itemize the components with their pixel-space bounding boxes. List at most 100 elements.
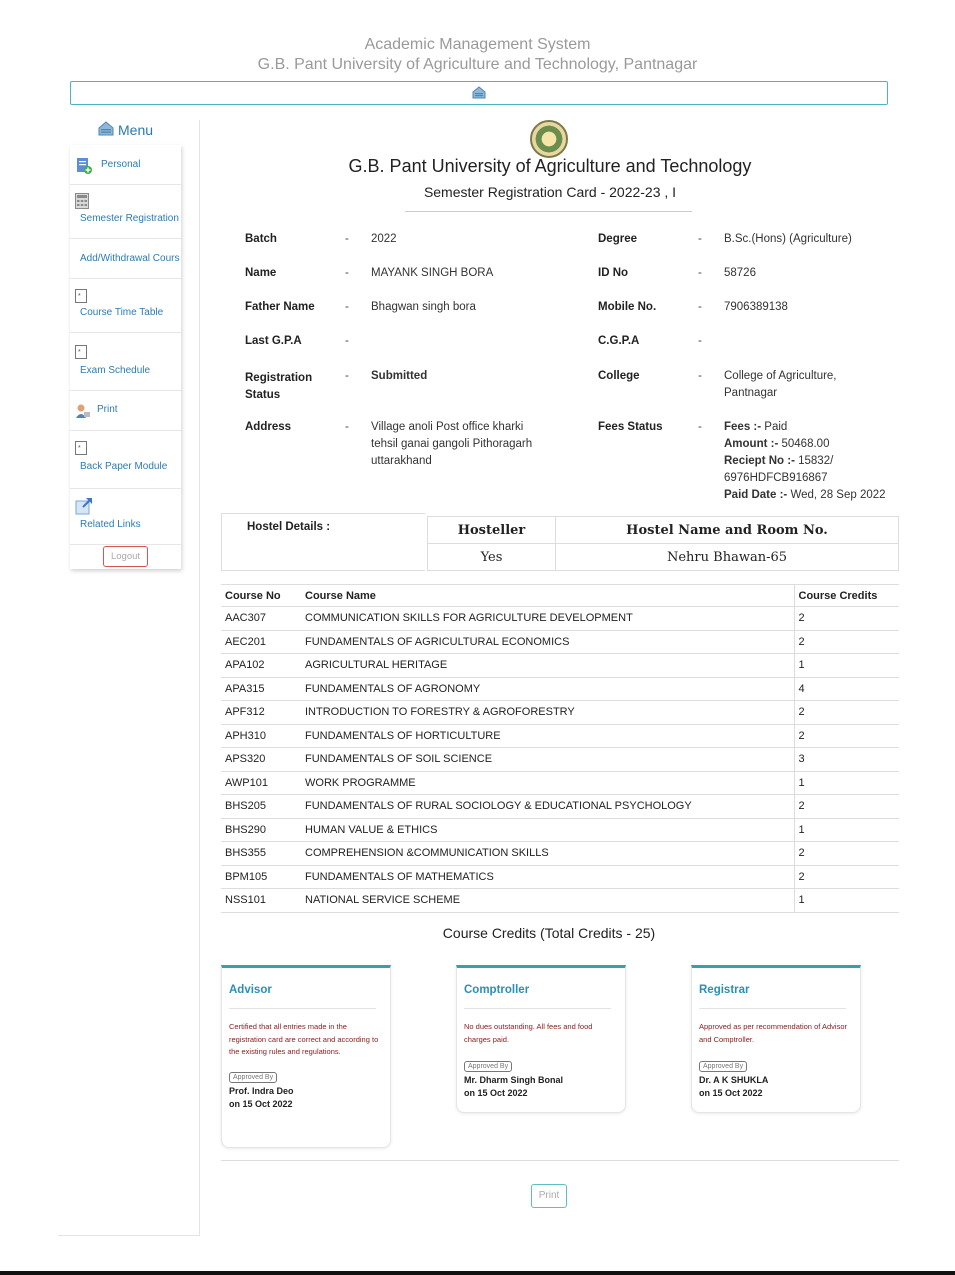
- approval-note: No dues outstanding. All fees and food c…: [464, 1022, 593, 1044]
- last-gpa-label: Last G.P.A: [245, 335, 302, 347]
- university-name: G.B. Pant University of Agriculture and …: [348, 156, 752, 176]
- batch-value: 2022: [371, 233, 397, 245]
- sidebar-item-add-withdrawal[interactable]: Add/Withdrawal Course: [70, 239, 181, 279]
- separator: -: [698, 421, 702, 433]
- college-label: College: [598, 370, 640, 382]
- course-credits-cell: 2: [793, 606, 899, 630]
- course-name-cell: INTRODUCTION TO FORESTRY & AGROFORESTRY: [301, 700, 794, 724]
- sidebar-item-print[interactable]: Print: [70, 391, 181, 431]
- sidebar-item-label: Exam Schedule: [80, 365, 151, 376]
- sidebar-item-exam-schedule[interactable]: * Exam Schedule: [70, 333, 181, 391]
- course-credits-cell: 1: [793, 888, 899, 913]
- amount-label: Amount :-: [724, 438, 779, 450]
- father-name-value: Bhagwan singh bora: [371, 301, 476, 313]
- hostel-room-value: Nehru Bhawan-65: [555, 543, 899, 571]
- bottom-edge: [0, 1271, 955, 1275]
- sidebar-item-label: Back Paper Module: [80, 461, 168, 472]
- fees-details: Fees :- Paid Amount :- 50468.00 Reciept …: [724, 419, 899, 504]
- course-row: AAC307 COMMUNICATION SKILLS FOR AGRICULTU…: [221, 606, 899, 630]
- course-credits-cell: 1: [793, 653, 899, 677]
- advisor-approval-card: Advisor Certified that all entries made …: [221, 965, 391, 1148]
- course-no-header: Course No: [221, 584, 301, 607]
- course-credits-cell: 2: [793, 841, 899, 865]
- app-title: Academic Management System: [364, 36, 591, 53]
- course-row: BHS290 HUMAN VALUE & ETHICS 1: [221, 817, 899, 842]
- sidebar-item-related-links[interactable]: Related Links: [70, 489, 181, 545]
- course-no-cell: AAC307: [221, 606, 301, 630]
- course-row: APH310 FUNDAMENTALS OF HORTICULTURE 2: [221, 723, 899, 748]
- separator: -: [698, 370, 702, 382]
- separator: -: [698, 335, 702, 347]
- svg-text:*: *: [78, 349, 81, 356]
- course-table-header: Course No Course Name Course Credits: [221, 584, 899, 607]
- fees-value: Paid: [764, 421, 788, 433]
- card-role: Comptroller: [464, 984, 530, 996]
- personal-icon: [75, 157, 93, 178]
- home-icon: [98, 121, 114, 139]
- course-credits-cell: 2: [793, 700, 899, 724]
- card-divider: [464, 1008, 611, 1009]
- batch-label: Batch: [245, 233, 277, 245]
- course-name-cell: HUMAN VALUE & ETHICS: [301, 817, 794, 842]
- course-no-cell: APH310: [221, 723, 301, 748]
- degree-value: B.Sc.(Hons) (Agriculture): [724, 233, 852, 245]
- approved-by-badge: Approved By: [699, 1061, 748, 1072]
- course-row: BHS205 FUNDAMENTALS OF RURAL SOCIOLOGY & …: [221, 794, 899, 818]
- print-user-icon: [75, 403, 91, 422]
- home-icon[interactable]: [472, 86, 486, 102]
- registration-status-value: Submitted: [371, 370, 428, 382]
- sidebar-item-personal[interactable]: Personal: [70, 145, 181, 185]
- sidebar-item-semester-registration[interactable]: Semester Registration: [70, 185, 181, 239]
- separator: -: [698, 233, 702, 245]
- sidebar-item-back-paper[interactable]: * Back Paper Module: [70, 431, 181, 489]
- sidebar-item-label: Related Links: [80, 519, 141, 530]
- card-role: Advisor: [229, 984, 272, 996]
- sidebar-item-label: Course Time Table: [80, 307, 164, 318]
- separator: -: [345, 370, 349, 382]
- course-row: APA102 AGRICULTURAL HERITAGE 1: [221, 653, 899, 677]
- sidebar-menu-header[interactable]: Menu: [98, 121, 153, 139]
- svg-text:*: *: [78, 293, 81, 300]
- separator: -: [345, 335, 349, 347]
- course-credits-cell: 2: [793, 723, 899, 748]
- receipt-value-cont: 6976HDFCB916867: [724, 472, 828, 484]
- hostel-room-header: Hostel Name and Room No.: [555, 516, 899, 544]
- app-subtitle: G.B. Pant University of Agriculture and …: [257, 56, 698, 73]
- svg-text:*: *: [78, 445, 81, 452]
- logout-button[interactable]: Logout: [103, 546, 148, 567]
- course-name-cell: FUNDAMENTALS OF HORTICULTURE: [301, 723, 794, 748]
- sidebar-item-label: Personal: [101, 159, 141, 170]
- cgpa-label: C.G.P.A: [598, 335, 640, 347]
- course-name-cell: FUNDAMENTALS OF MATHEMATICS: [301, 864, 794, 889]
- print-button[interactable]: Print: [531, 1184, 567, 1208]
- course-row: NSS101 NATIONAL SERVICE SCHEME 1: [221, 888, 899, 913]
- sidebar-item-course-time-table[interactable]: * Course Time Table: [70, 279, 181, 333]
- footer-divider: [221, 1160, 899, 1161]
- course-name-cell: NATIONAL SERVICE SCHEME: [301, 888, 794, 913]
- column-divider: [199, 120, 200, 1236]
- sidebar-bottom-rule: [58, 1235, 200, 1236]
- approved-by-badge: Approved By: [464, 1061, 513, 1072]
- course-table: Course No Course Name Course Credits AAC…: [221, 584, 899, 913]
- course-credits-header: Course Credits: [793, 584, 899, 607]
- course-name-cell: COMPREHENSION &COMMUNICATION SKILLS: [301, 841, 794, 865]
- separator: -: [345, 301, 349, 313]
- hosteller-header: Hosteller: [427, 516, 556, 544]
- paid-date-value: Wed, 28 Sep 2022: [790, 489, 886, 501]
- course-no-cell: APA102: [221, 653, 301, 677]
- course-credits-cell: 2: [793, 629, 899, 654]
- approval-note: Certified that all entries made in the r…: [229, 1022, 379, 1056]
- separator: -: [345, 421, 349, 433]
- course-name-cell: COMMUNICATION SKILLS FOR AGRICULTURE DEV…: [301, 606, 794, 630]
- receipt-label: Reciept No :-: [724, 455, 795, 467]
- course-credits-cell: 2: [793, 794, 899, 818]
- separator: -: [698, 267, 702, 279]
- hostel-details-label: Hostel Details :: [247, 521, 331, 533]
- course-no-cell: AWP101: [221, 770, 301, 795]
- course-row: BHS355 COMPREHENSION &COMMUNICATION SKILL…: [221, 841, 899, 865]
- sidebar-item-label: Semester Registration: [80, 213, 179, 224]
- course-credits-cell: 1: [793, 817, 899, 842]
- sidebar-item-label: Print: [97, 404, 118, 415]
- hosteller-value: Yes: [427, 543, 556, 571]
- mobile-label: Mobile No.: [598, 301, 657, 313]
